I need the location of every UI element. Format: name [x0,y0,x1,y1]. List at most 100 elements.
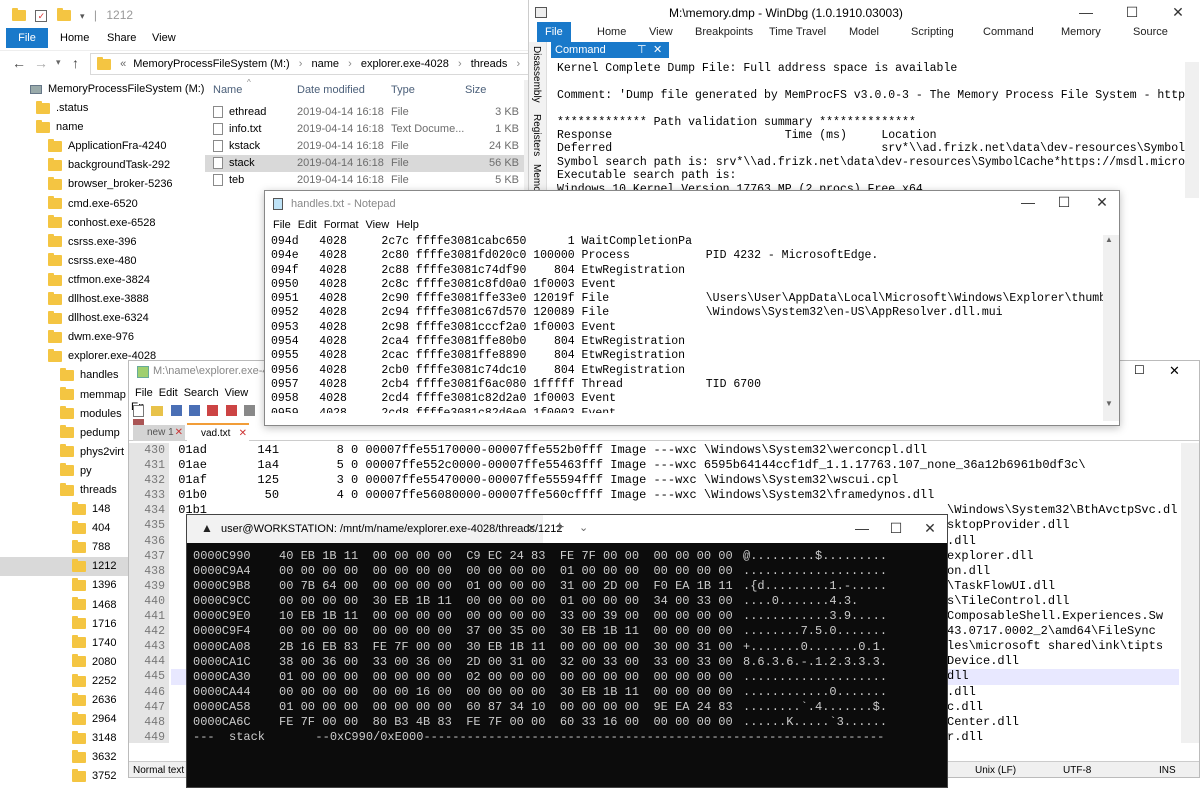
windbg-tab-file[interactable]: File [537,22,571,42]
npp-restore-icon[interactable]: ☐ [1134,363,1145,377]
notepad-menu-edit[interactable]: Edit [296,217,322,231]
breadcrumb-0[interactable]: MemoryProcessFileSystem (M:) [133,58,289,70]
tree-item[interactable]: dllhost.exe-6324 [0,309,185,328]
tree-item-label: 2964 [92,713,117,726]
tree-item[interactable]: backgroundTask-292 [0,156,185,175]
forward-arrow-icon[interactable]: → [34,55,48,71]
save-all-icon[interactable] [189,405,201,417]
npp-close-icon[interactable]: ✕ [1169,363,1180,379]
windbg-tab-view[interactable]: View [641,22,681,42]
checkbox-icon: ✓ [35,9,48,22]
hex-address: 0000CA30 [193,669,251,684]
tab-home[interactable]: Home [60,28,89,48]
notepad-menu-file[interactable]: File [265,217,296,231]
windbg-tab-breakpoints[interactable]: Breakpoints [687,22,761,42]
recent-chevron-icon[interactable]: ▾ [56,57,61,68]
windbg-tab-time-travel[interactable]: Time Travel [761,22,834,42]
file-icon [213,157,223,170]
npp-menu-view[interactable]: View [223,385,253,399]
close-all-icon[interactable] [225,405,237,417]
tree-item[interactable]: csrss.exe-480 [0,252,185,271]
tab-view[interactable]: View [152,28,176,48]
windbg-tab-scripting[interactable]: Scripting [903,22,962,42]
tab-vad-txt[interactable]: vad.txt ✕ [187,423,249,441]
breadcrumb-2[interactable]: explorer.exe-4028 [361,58,449,70]
windbg-tab-home[interactable]: Home [589,22,634,42]
save-icon[interactable] [170,405,182,417]
handle-line: 0959 4028 2cd8 ffffe3081c82d6e0 1f0003 E… [271,407,1103,413]
tab-new-1[interactable]: new 1 ✕ [133,425,185,441]
back-arrow-icon[interactable]: ← [12,55,26,71]
notepad-text-area[interactable]: 094d 4028 2c7c ffffe3081cabc650 1 WaitCo… [271,235,1103,413]
breadcrumb-3[interactable]: threads [471,58,508,70]
command-output-line: Response Time (ms) Location [557,128,937,142]
close-icon[interactable]: ✕ [913,515,947,543]
file-row[interactable]: stack 2019-04-14 16:18 File 56 KB [205,155,525,172]
npp-scrollbar[interactable] [1181,443,1199,743]
windbg-tab-command[interactable]: Command [975,22,1042,42]
side-tab-registers[interactable]: Registers [531,114,542,156]
file-row[interactable]: info.txt 2019-04-14 16:18 Text Docume... 1 … [205,121,525,138]
new-tab-button[interactable]: + [555,519,564,537]
col-type[interactable]: Type [391,84,415,96]
folder-icon [72,711,86,725]
hex-row: 0000C9E0 10 EB 1B 11 00 00 00 00 00 00 00… [193,609,943,624]
tree-item[interactable]: ApplicationFra-4240 [0,137,185,156]
maximize-icon[interactable]: ☐ [879,515,913,543]
tab-close-icon[interactable]: ✕ [239,425,247,443]
tab-file[interactable]: File [6,28,48,48]
new-file-icon[interactable] [133,404,144,417]
terminal-tab[interactable]: ▲ user@WORKSTATION: /mnt/m/name/explorer… [187,515,563,543]
address-bar[interactable]: « MemoryProcessFileSystem (M:) › name › … [90,53,530,75]
command-panel-tab[interactable]: Command ⊤ ✕ [551,42,669,58]
minimize-icon[interactable]: — [845,515,879,543]
quick-access-icons[interactable]: ✓ ▾ | 1212 [12,8,133,22]
windbg-tab-source[interactable]: Source [1125,22,1176,42]
hex-ascii: ......K.....`3...... [743,715,888,730]
tree-item[interactable]: .status [0,99,185,118]
tree-item[interactable]: dwm.exe-976 [0,328,185,347]
tree-item[interactable]: conhost.exe-6528 [0,214,185,233]
tree-item[interactable]: MemoryProcessFileSystem (M:) [0,80,204,99]
pin-icon[interactable]: ⊤ [637,42,647,58]
windbg-scrollbar[interactable] [1185,62,1199,198]
tree-item-label: 3752 [92,770,117,783]
close-tab-icon[interactable]: ✕ [653,42,662,58]
scroll-up-icon[interactable]: ▲ [1105,235,1113,244]
tree-item[interactable]: name [0,118,185,137]
file-name: kstack [229,140,261,152]
close-file-icon[interactable] [207,405,219,417]
notepad-vscroll[interactable] [1103,235,1119,421]
tree-item[interactable]: browser_broker-5236 [0,175,185,194]
notepad-menu-view[interactable]: View [364,217,395,231]
col-size[interactable]: Size [465,84,486,96]
col-name[interactable]: Name [213,84,242,96]
tab-share[interactable]: Share [107,28,136,48]
tab-close-icon[interactable]: ✕ [527,522,536,535]
tree-item[interactable]: cmd.exe-6520 [0,195,185,214]
breadcrumb-1[interactable]: name [312,58,340,70]
scroll-down-icon[interactable]: ▼ [1105,399,1113,408]
file-row[interactable]: ethread 2019-04-14 16:18 File 3 KB [205,104,525,121]
dropdown-chevron-icon[interactable]: ⌄ [579,521,588,534]
up-arrow-icon[interactable]: ↑ [72,55,79,71]
tree-item[interactable]: dllhost.exe-3888 [0,290,185,309]
file-row[interactable]: teb 2019-04-14 16:18 File 5 KB [205,172,525,189]
notepad-menu-help[interactable]: Help [394,217,424,231]
col-date[interactable]: Date modified [297,84,365,96]
tree-item[interactable]: csrss.exe-396 [0,233,185,252]
windbg-tab-model[interactable]: Model [841,22,887,42]
print-icon[interactable] [244,405,256,417]
hex-row: 0000C9B8 00 7B 64 00 00 00 00 00 01 00 00… [193,579,943,594]
tree-item[interactable]: ctfmon.exe-3824 [0,271,185,290]
close-icon[interactable]: ✕ [1079,191,1119,217]
open-file-icon[interactable] [151,405,164,416]
npp-menu-edit[interactable]: Edit [157,385,182,399]
side-tab-disassembly[interactable]: Disassembly [531,46,542,103]
npp-menu-search[interactable]: Search [182,385,223,399]
tab-close-icon[interactable]: ✕ [175,425,183,441]
windbg-tab-memory[interactable]: Memory [1053,22,1109,42]
notepad-menu-format[interactable]: Format [322,217,364,231]
file-row[interactable]: kstack 2019-04-14 16:18 File 24 KB [205,138,525,155]
npp-menu-file[interactable]: File [129,385,157,399]
